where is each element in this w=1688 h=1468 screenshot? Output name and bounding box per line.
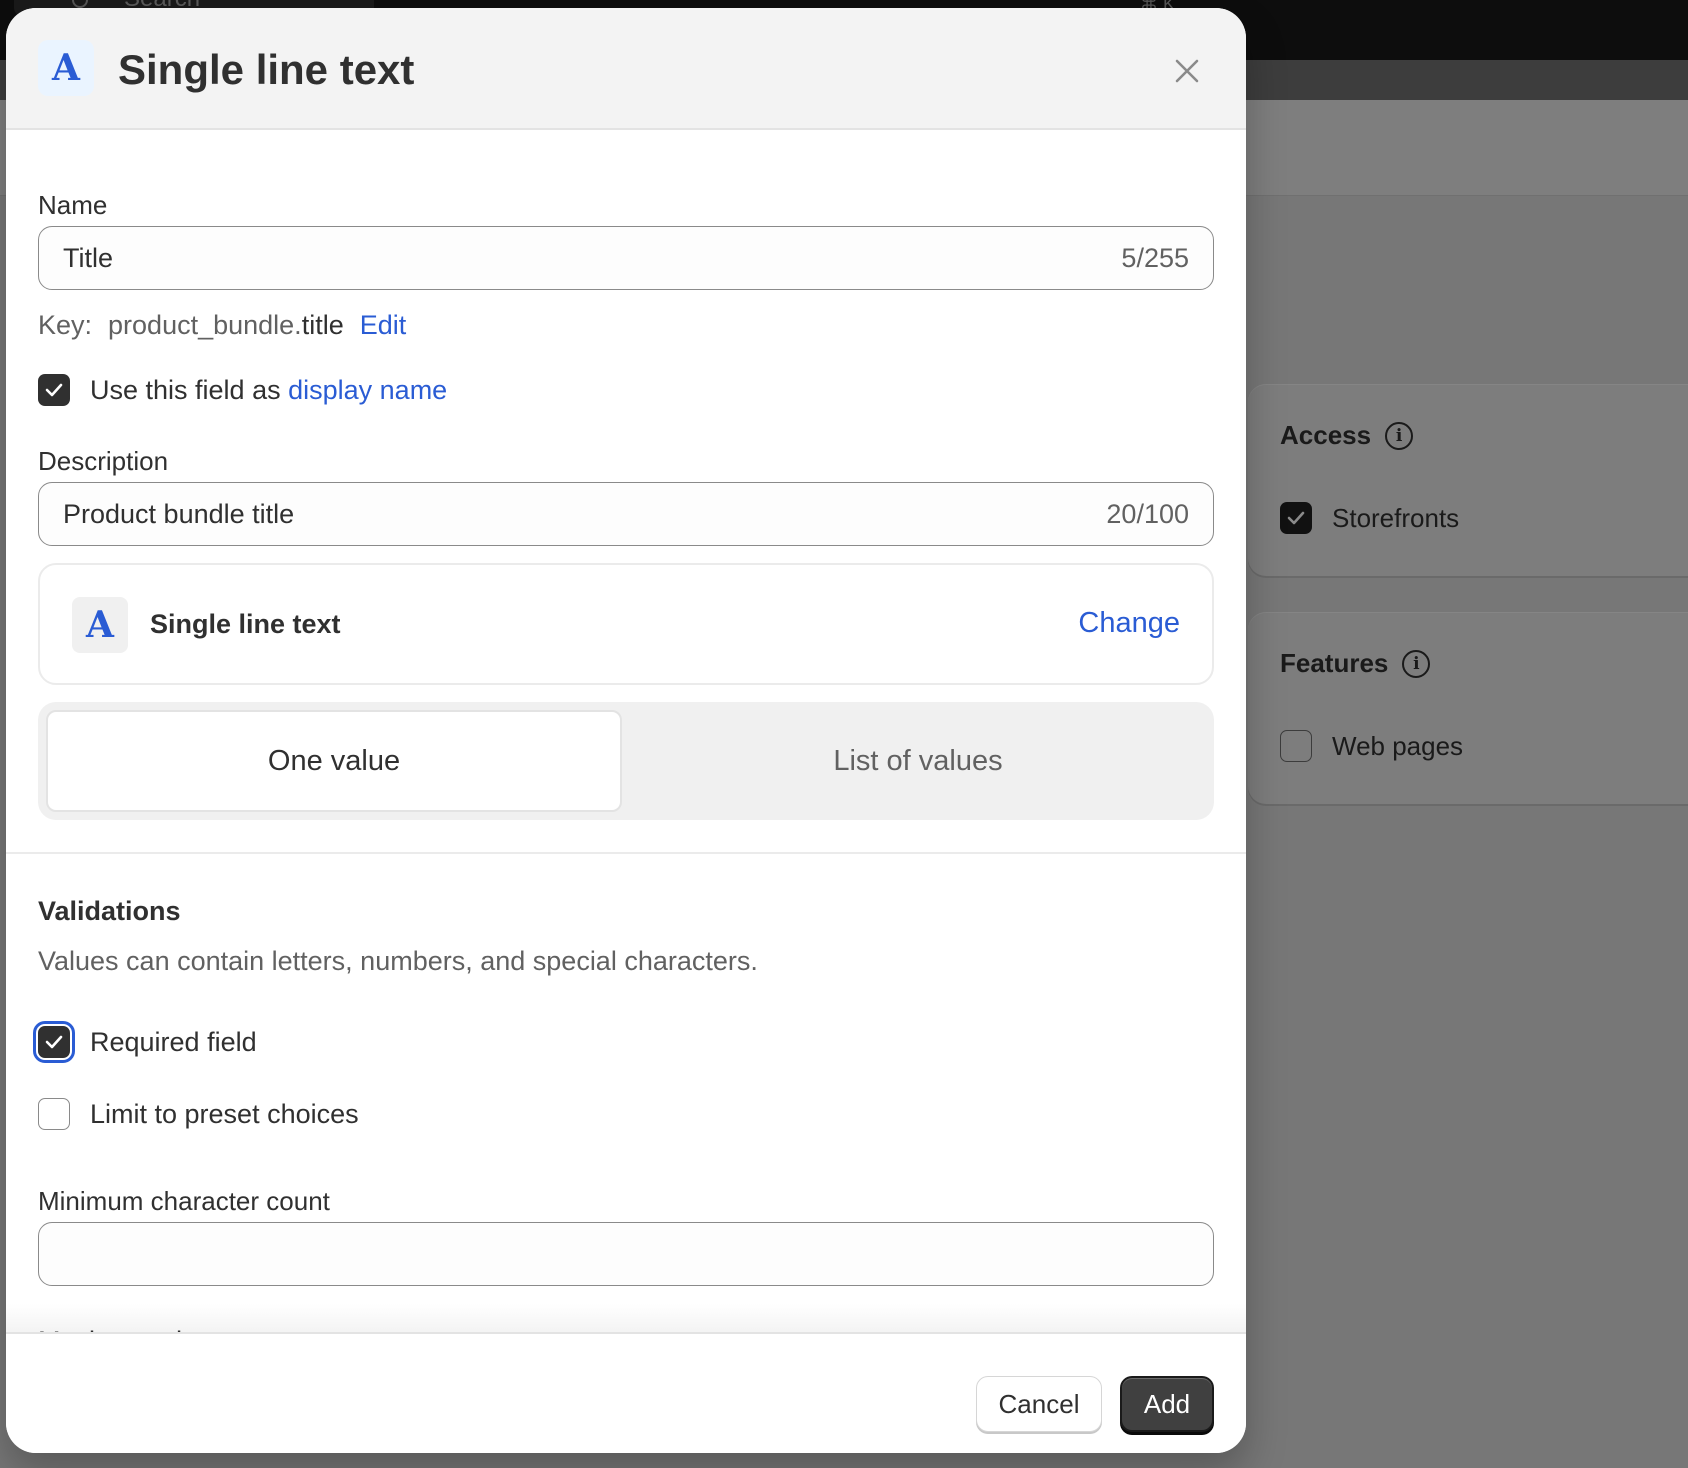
display-name-option[interactable]: Use this field as display name bbox=[38, 374, 447, 406]
section-divider bbox=[6, 852, 1246, 854]
web-pages-label: Web pages bbox=[1332, 730, 1464, 761]
web-pages-option: Web pages bbox=[1280, 730, 1463, 762]
access-title-text: Access bbox=[1280, 420, 1372, 450]
single-line-text-modal: A Single line text Name Title 5/255 Key:… bbox=[6, 8, 1246, 1453]
features-title-text: Features bbox=[1280, 648, 1389, 678]
info-icon: i bbox=[1402, 649, 1431, 678]
name-char-counter: 5/255 bbox=[1121, 242, 1189, 273]
access-card-title: Access i bbox=[1280, 420, 1414, 451]
description-input[interactable]: Product bundle title 20/100 bbox=[38, 482, 1214, 546]
key-value: product_bundle.title bbox=[108, 310, 344, 341]
modal-footer: Cancel Add bbox=[6, 1332, 1246, 1453]
display-name-label-text: Use this field as bbox=[90, 374, 281, 405]
modal-header: A Single line text bbox=[6, 8, 1246, 130]
key-label: Key: bbox=[38, 310, 93, 340]
list-of-values-option[interactable]: List of values bbox=[630, 710, 1206, 812]
limit-preset-checkbox[interactable] bbox=[38, 1098, 70, 1130]
cancel-button[interactable]: Cancel bbox=[976, 1376, 1102, 1432]
description-char-counter: 20/100 bbox=[1106, 498, 1189, 529]
limit-preset-label: Limit to preset choices bbox=[90, 1098, 359, 1129]
value-mode-toggle: One value List of values bbox=[38, 702, 1214, 820]
required-field-option[interactable]: Required field bbox=[33, 1021, 257, 1063]
web-pages-checkbox bbox=[1280, 730, 1312, 762]
validations-title: Validations bbox=[38, 896, 181, 926]
change-type-link[interactable]: Change bbox=[1078, 607, 1180, 640]
name-input[interactable]: Title 5/255 bbox=[38, 226, 1214, 290]
storefronts-option: Storefronts bbox=[1280, 502, 1459, 534]
background-features-card: Features i Web pages bbox=[1248, 612, 1688, 804]
key-row: Key: product_bundle.title Edit bbox=[38, 310, 406, 341]
checkmark-icon bbox=[1287, 511, 1305, 525]
display-name-link[interactable]: display name bbox=[288, 375, 447, 405]
background-access-card: Access i Storefronts bbox=[1248, 384, 1688, 576]
display-name-checkbox[interactable] bbox=[38, 374, 70, 406]
validations-description: Values can contain letters, numbers, and… bbox=[38, 946, 758, 976]
field-type-card: A Single line text Change bbox=[38, 563, 1214, 685]
add-button[interactable]: Add bbox=[1120, 1376, 1214, 1432]
description-label: Description bbox=[38, 446, 169, 476]
text-type-icon: A bbox=[72, 597, 128, 653]
min-char-input[interactable] bbox=[38, 1222, 1214, 1286]
name-input-value: Title bbox=[63, 242, 114, 273]
key-suffix: title bbox=[301, 310, 344, 340]
required-field-label: Required field bbox=[90, 1026, 257, 1057]
min-char-label: Minimum character count bbox=[38, 1186, 330, 1216]
modal-title: Single line text bbox=[118, 46, 415, 93]
features-card-title: Features i bbox=[1280, 648, 1431, 679]
storefronts-checkbox bbox=[1280, 502, 1312, 534]
required-field-checkbox[interactable] bbox=[33, 1021, 75, 1063]
info-icon: i bbox=[1385, 421, 1414, 450]
display-name-label: Use this field as display name bbox=[90, 375, 447, 406]
field-type-name: Single line text bbox=[150, 609, 341, 639]
one-value-option[interactable]: One value bbox=[46, 710, 622, 812]
text-type-icon: A bbox=[38, 40, 94, 96]
close-button[interactable] bbox=[1172, 56, 1202, 86]
edit-key-link[interactable]: Edit bbox=[360, 310, 407, 341]
description-input-value: Product bundle title bbox=[63, 498, 295, 529]
key-prefix: product_bundle. bbox=[108, 310, 302, 340]
checkmark-icon bbox=[45, 383, 63, 397]
storefronts-label: Storefronts bbox=[1332, 502, 1460, 533]
checkmark-icon bbox=[45, 1035, 63, 1049]
name-label: Name bbox=[38, 190, 108, 220]
limit-preset-option[interactable]: Limit to preset choices bbox=[38, 1098, 359, 1130]
close-icon bbox=[1175, 59, 1199, 83]
